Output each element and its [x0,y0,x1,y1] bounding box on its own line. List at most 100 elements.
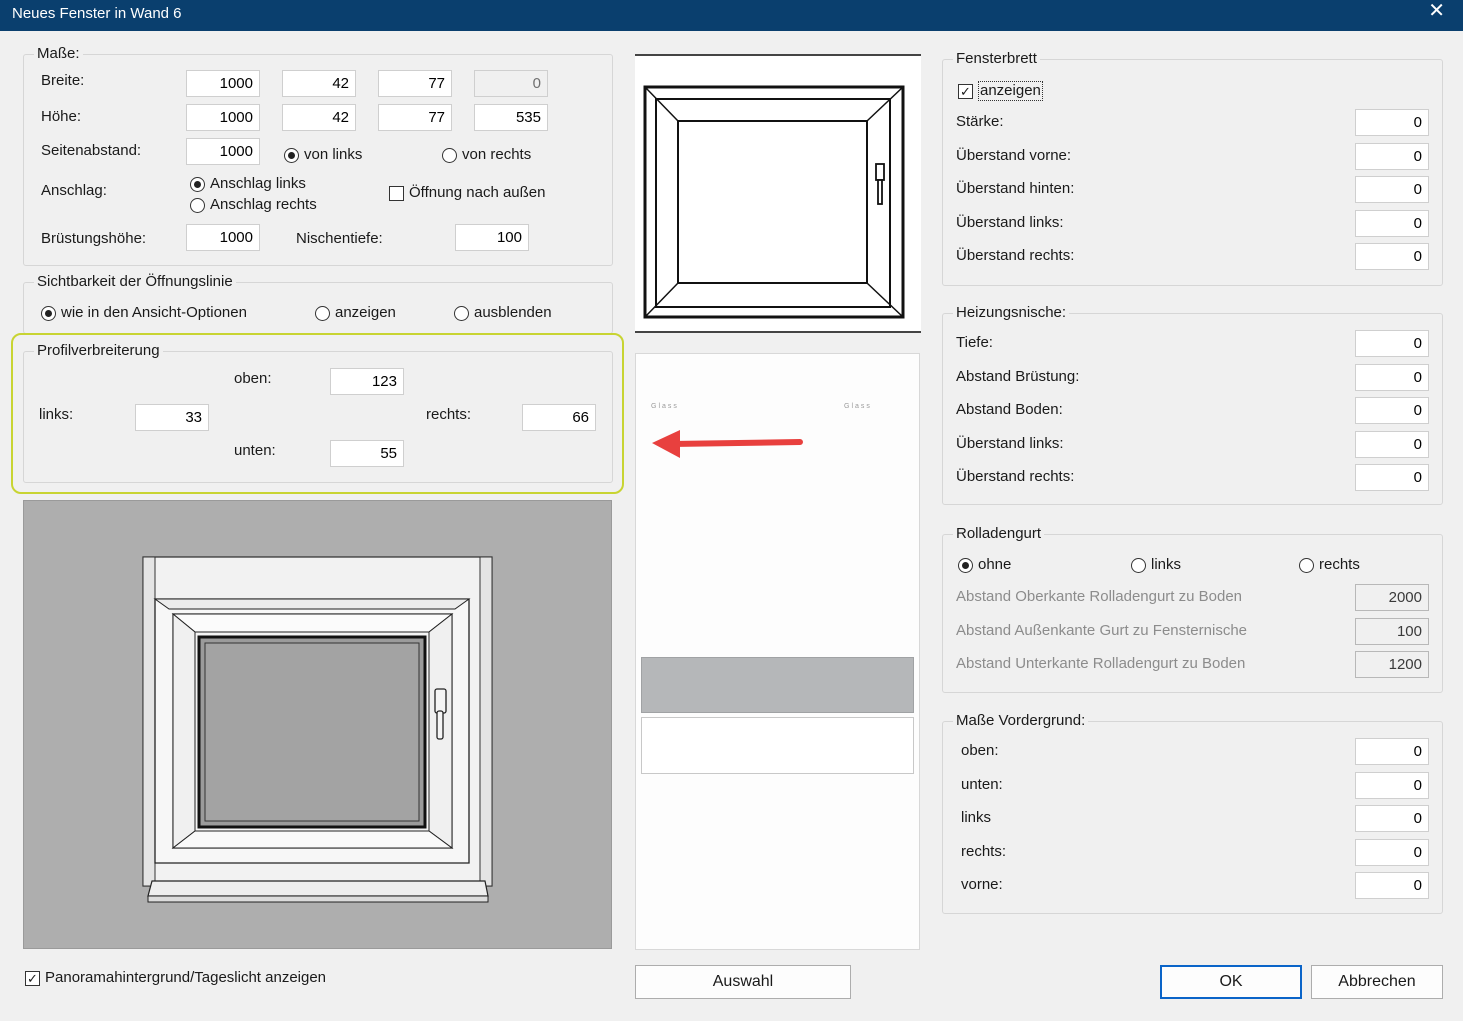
breite-field-2[interactable]: 42 [282,70,356,97]
heizungsnische-legend: Heizungsnische: [953,304,1070,322]
profile-white-swatch[interactable] [641,717,914,774]
rolladengurt-legend: Rolladengurt [953,525,1045,543]
title-bar: Neues Fenster in Wand 6 ✕ [0,0,1463,31]
radio-icon [454,305,469,321]
profil-legend: Profilverbreiterung [34,342,163,360]
hoehe-field-4[interactable]: 535 [474,104,548,131]
heizungsnische-row-field[interactable]: 0 [1355,330,1429,357]
gurt-ohne-radio[interactable]: ohne [958,556,1011,574]
gurt-links-radio[interactable]: links [1131,556,1181,574]
breite-field-1[interactable]: 1000 [186,70,260,97]
fensterbrett-row-field[interactable]: 0 [1355,176,1429,203]
von-rechts-label: von rechts [462,146,532,163]
hoehe-field-3[interactable]: 77 [378,104,452,131]
bruestungshoehe-field[interactable]: 1000 [186,224,260,251]
anschlag-links-radio[interactable]: Anschlag links [190,175,306,193]
nischentiefe-field[interactable]: 100 [455,224,529,251]
vordergrund-row-field[interactable]: 0 [1355,805,1429,832]
vordergrund-row-label: links [961,809,992,826]
seitenabstand-label: Seitenabstand: [41,142,142,159]
close-icon[interactable]: ✕ [1428,1,1445,21]
profile-library-panel[interactable]: Glass Glass [635,353,920,950]
panorama-label: Panoramahintergrund/Tageslicht anzeigen [45,969,327,986]
checkbox-icon [389,185,404,201]
fensterbrett-row-label: Überstand vorne: [956,147,1072,164]
profil-oben-field[interactable]: 123 [330,368,404,395]
ok-button[interactable]: OK [1160,965,1302,999]
hoehe-field-1[interactable]: 1000 [186,104,260,131]
heizungsnische-row-field[interactable]: 0 [1355,397,1429,424]
gurt-row-field: 1200 [1355,651,1429,678]
sicht-ausblenden-label: ausblenden [474,304,552,321]
von-links-label: von links [304,146,363,163]
sicht-ansicht-radio[interactable]: wie in den Ansicht-Optionen [41,304,247,322]
profil-links-field[interactable]: 33 [135,404,209,431]
radio-selected-icon [41,305,56,321]
fensterbrett-row-field[interactable]: 0 [1355,143,1429,170]
sicht-ansicht-label: wie in den Ansicht-Optionen [61,304,247,321]
fensterbrett-anzeigen-label: anzeigen [978,81,1043,101]
vordergrund-row-field[interactable]: 0 [1355,872,1429,899]
vordergrund-row-field[interactable]: 0 [1355,839,1429,866]
gurt-rechts-radio[interactable]: rechts [1299,556,1360,574]
vordergrund-row-field[interactable]: 0 [1355,772,1429,799]
heizungsnische-row-field[interactable]: 0 [1355,431,1429,458]
window-3d-preview[interactable] [23,500,612,949]
glass-label-right: Glass [844,403,872,410]
gurt-row-field: 2000 [1355,584,1429,611]
bruestungshoehe-label: Brüstungshöhe: [41,230,147,247]
profil-oben-label: oben: [234,370,272,387]
profil-rechts-field[interactable]: 66 [522,404,596,431]
von-rechts-radio[interactable]: von rechts [442,146,531,164]
gurt-links-label: links [1151,556,1182,573]
radio-icon [1299,557,1314,573]
auswahl-button[interactable]: Auswahl [635,965,851,999]
fensterbrett-row-label: Überstand rechts: [956,247,1075,264]
heizungsnische-row-field[interactable]: 0 [1355,364,1429,391]
anschlag-rechts-label: Anschlag rechts [210,196,317,213]
fensterbrett-row-field[interactable]: 0 [1355,243,1429,270]
oeffnung-aussen-checkbox[interactable]: Öffnung nach außen [389,184,546,202]
fensterbrett-row-field[interactable]: 0 [1355,109,1429,136]
breite-field-4: 0 [474,70,548,97]
profil-unten-field[interactable]: 55 [330,440,404,467]
abbrechen-button[interactable]: Abbrechen [1311,965,1443,999]
radio-icon [190,197,205,213]
sicht-anzeigen-label: anzeigen [335,304,396,321]
breite-label: Breite: [41,72,85,89]
glass-label-left: Glass [651,403,679,410]
anschlag-label: Anschlag: [41,182,107,199]
anschlag-links-label: Anschlag links [210,175,306,192]
seitenabstand-field[interactable]: 1000 [186,138,260,165]
gurt-ohne-label: ohne [978,556,1012,573]
anschlag-rechts-radio[interactable]: Anschlag rechts [190,196,317,214]
heizungsnische-row-label: Abstand Brüstung: [956,368,1080,385]
panorama-checkbox[interactable]: ✓ Panoramahintergrund/Tageslicht anzeige… [25,969,326,987]
heizungsnische-row-label: Tiefe: [956,334,993,351]
hoehe-field-2[interactable]: 42 [282,104,356,131]
window-elevation-preview [635,54,921,333]
von-links-radio[interactable]: von links [284,146,362,164]
vordergrund-row-field[interactable]: 0 [1355,738,1429,765]
fensterbrett-anzeigen-checkbox[interactable]: ✓ anzeigen [958,81,1043,101]
heizungsnische-row-field[interactable]: 0 [1355,464,1429,491]
gurt-row-label: Abstand Außenkante Gurt zu Fensternische [956,622,1247,639]
sichtbarkeit-legend: Sichtbarkeit der Öffnungslinie [34,273,236,291]
heizungsnische-row-label: Überstand rechts: [956,468,1075,485]
nischentiefe-label: Nischentiefe: [296,230,383,247]
breite-field-3[interactable]: 77 [378,70,452,97]
sicht-ausblenden-radio[interactable]: ausblenden [454,304,552,322]
heizungsnische-row-label: Überstand links: [956,435,1064,452]
profil-rechts-label: rechts: [426,406,472,423]
profile-texture-swatch[interactable] [641,657,914,713]
window-elevation-drawing [643,85,905,319]
hoehe-label: Höhe: [41,108,82,125]
sicht-anzeigen-radio[interactable]: anzeigen [315,304,396,322]
fensterbrett-legend: Fensterbrett [953,50,1040,68]
vordergrund-row-label: unten: [961,776,1003,793]
profil-links-label: links: [39,406,74,423]
fensterbrett-row-label: Überstand hinten: [956,180,1075,197]
fensterbrett-row-field[interactable]: 0 [1355,210,1429,237]
gurt-row-label: Abstand Oberkante Rolladengurt zu Boden [956,588,1243,605]
profil-unten-label: unten: [234,442,276,459]
